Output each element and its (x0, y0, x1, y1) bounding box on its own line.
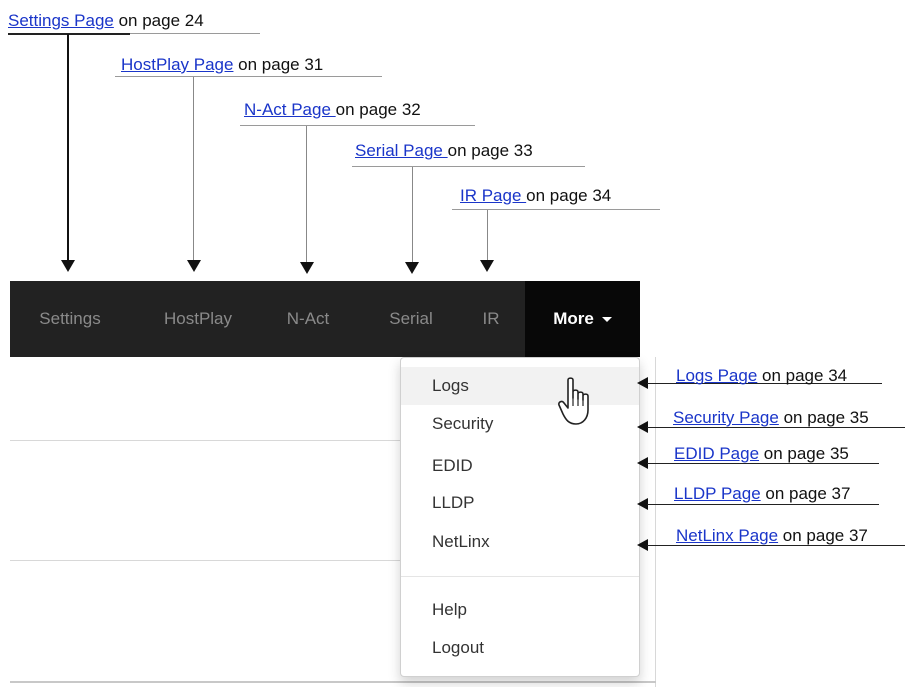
callout-text: on page 33 (447, 141, 533, 160)
callout-serial: Serial Page on page 33 (355, 141, 533, 161)
nav-settings[interactable]: Settings (10, 281, 130, 357)
nav-more-label: More (553, 309, 594, 328)
underline (452, 209, 660, 210)
callout-text: on page 37 (778, 526, 868, 545)
security-page-link[interactable]: Security Page (673, 408, 779, 427)
divider (10, 440, 410, 441)
connector-line (487, 210, 488, 260)
nact-page-link[interactable]: N-Act Page (244, 100, 336, 119)
edid-page-link[interactable]: EDID Page (674, 444, 759, 463)
connector-line (193, 77, 194, 262)
callout-text: on page 35 (759, 444, 849, 463)
callout-lldp: LLDP Page on page 37 (674, 484, 850, 504)
menu-divider (401, 576, 639, 577)
callout-text: on page 34 (526, 186, 612, 205)
underline (130, 33, 260, 34)
content-bottom-border (10, 681, 656, 683)
callout-text: on page 32 (335, 100, 421, 119)
netlinx-page-link[interactable]: NetLinx Page (676, 526, 778, 545)
callout-netlinx: NetLinx Page on page 37 (676, 526, 868, 546)
menu-item-logout[interactable]: Logout (401, 629, 639, 667)
caret-down-icon (601, 317, 612, 323)
underline (8, 33, 130, 35)
settings-page-link[interactable]: Settings Page (8, 11, 114, 30)
hand-pointer-icon (558, 377, 589, 425)
ir-page-link[interactable]: IR Page (460, 186, 526, 205)
callout-text: on page 35 (778, 408, 869, 427)
lldp-page-link[interactable]: LLDP Page (674, 484, 761, 503)
callout-text: on page 34 (757, 366, 848, 385)
callout-text: on page 31 (233, 55, 324, 74)
nav-hostplay[interactable]: HostPlay (140, 281, 256, 357)
arrow-down-icon (405, 262, 419, 274)
callout-security: Security Page on page 35 (673, 408, 869, 428)
menu-item-security[interactable]: Security (401, 405, 639, 443)
underline (352, 166, 585, 167)
arrow-down-icon (187, 260, 201, 272)
connector-line (412, 167, 413, 262)
connector-line (67, 34, 69, 262)
menu-item-help[interactable]: Help (401, 591, 639, 629)
underline (240, 125, 475, 126)
navbar: Settings HostPlay N-Act Serial IR More (10, 281, 640, 357)
arrow-down-icon (300, 262, 314, 274)
callout-text: on page 37 (760, 484, 851, 503)
menu-item-lldp[interactable]: LLDP (401, 484, 639, 522)
serial-page-link[interactable]: Serial Page (355, 141, 448, 160)
divider (10, 560, 410, 561)
nav-nact[interactable]: N-Act (264, 281, 352, 357)
callout-ir: IR Page on page 34 (460, 186, 611, 206)
callout-logs: Logs Page on page 34 (676, 366, 847, 386)
callout-edid: EDID Page on page 35 (674, 444, 849, 464)
logs-page-link[interactable]: Logs Page (676, 366, 757, 385)
menu-item-logs[interactable]: Logs (401, 367, 639, 405)
underline (115, 76, 382, 77)
nav-ir[interactable]: IR (466, 281, 516, 357)
connector-line (306, 126, 307, 262)
hostplay-page-link[interactable]: HostPlay Page (121, 55, 233, 74)
nav-serial[interactable]: Serial (370, 281, 452, 357)
nav-more-dropdown[interactable]: More (525, 281, 640, 357)
arrow-down-icon (61, 260, 75, 272)
menu-item-netlinx[interactable]: NetLinx (401, 523, 639, 561)
connector-line (647, 504, 879, 505)
callout-hostplay: HostPlay Page on page 31 (121, 55, 323, 75)
callout-settings: Settings Page on page 24 (8, 11, 204, 31)
callout-text: on page 24 (113, 11, 204, 30)
callout-nact: N-Act Page on page 32 (244, 100, 421, 120)
more-dropdown-menu: Logs Security EDID LLDP NetLinx Help Log… (400, 357, 640, 677)
arrow-down-icon (480, 260, 494, 272)
content-border (655, 357, 656, 687)
menu-item-edid[interactable]: EDID (401, 447, 639, 485)
